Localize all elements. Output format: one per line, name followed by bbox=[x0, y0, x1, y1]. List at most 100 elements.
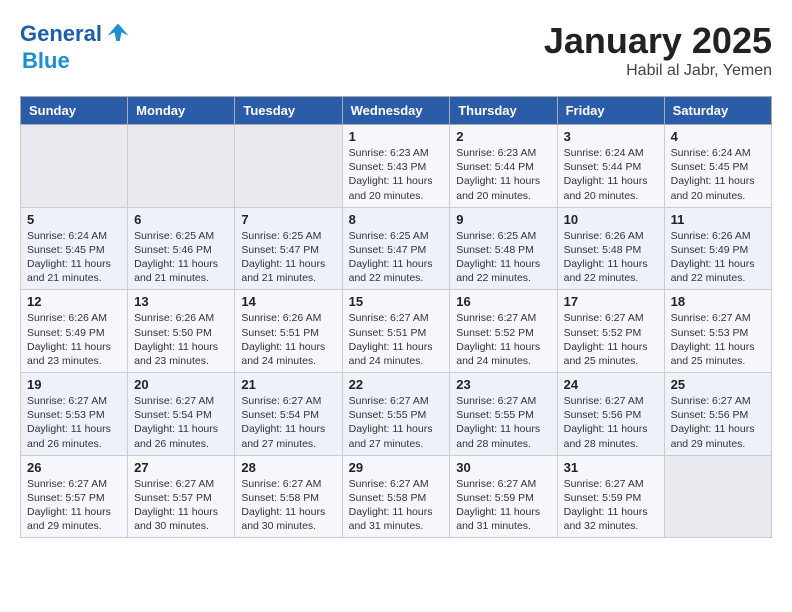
calendar-day-6: 6 Sunrise: 6:25 AM Sunset: 5:46 PM Daylig… bbox=[128, 207, 235, 290]
calendar-empty-cell bbox=[128, 125, 235, 208]
day-content: Sunrise: 6:23 AM Sunset: 5:44 PM Dayligh… bbox=[456, 146, 550, 203]
day-number: 28 bbox=[241, 460, 335, 475]
day-number: 31 bbox=[564, 460, 658, 475]
day-number: 11 bbox=[671, 212, 765, 227]
day-content: Sunrise: 6:27 AM Sunset: 5:55 PM Dayligh… bbox=[349, 394, 444, 451]
col-header-monday: Monday bbox=[128, 97, 235, 125]
calendar-day-9: 9Sunrise: 6:25 AM Sunset: 5:48 PM Daylig… bbox=[450, 207, 557, 290]
calendar-day-22: 22 Sunrise: 6:27 AM Sunset: 5:55 PM Dayli… bbox=[342, 373, 450, 456]
logo-blue: Blue bbox=[22, 48, 70, 73]
day-content: Sunrise: 6:27 AM Sunset: 5:59 PM Dayligh… bbox=[456, 477, 550, 534]
calendar-day-19: 19Sunrise: 6:27 AM Sunset: 5:53 PM Dayli… bbox=[21, 373, 128, 456]
day-content: Sunrise: 6:26 AM Sunset: 5:49 PM Dayligh… bbox=[27, 311, 121, 368]
col-header-sunday: Sunday bbox=[21, 97, 128, 125]
calendar-day-26: 26 Sunrise: 6:27 AM Sunset: 5:57 PM Dayli… bbox=[21, 455, 128, 538]
calendar-day-13: 13 Sunrise: 6:26 AM Sunset: 5:50 PM Dayli… bbox=[128, 290, 235, 373]
day-number: 13 bbox=[134, 294, 228, 309]
day-number: 10 bbox=[564, 212, 658, 227]
calendar-day-5: 5 Sunrise: 6:24 AM Sunset: 5:45 PM Daylig… bbox=[21, 207, 128, 290]
logo: General Blue bbox=[20, 20, 132, 74]
day-content: Sunrise: 6:24 AM Sunset: 5:45 PM Dayligh… bbox=[27, 229, 121, 286]
calendar-week-5: 26 Sunrise: 6:27 AM Sunset: 5:57 PM Dayli… bbox=[21, 455, 772, 538]
day-content: Sunrise: 6:23 AM Sunset: 5:43 PM Dayligh… bbox=[349, 146, 444, 203]
day-number: 26 bbox=[27, 460, 121, 475]
calendar-day-30: 30 Sunrise: 6:27 AM Sunset: 5:59 PM Dayli… bbox=[450, 455, 557, 538]
day-number: 14 bbox=[241, 294, 335, 309]
day-number: 9 bbox=[456, 212, 550, 227]
logo-bird-icon bbox=[104, 20, 132, 48]
calendar-day-18: 18 Sunrise: 6:27 AM Sunset: 5:53 PM Dayli… bbox=[664, 290, 771, 373]
calendar-empty-cell bbox=[235, 125, 342, 208]
calendar-day-11: 11 Sunrise: 6:26 AM Sunset: 5:49 PM Dayli… bbox=[664, 207, 771, 290]
day-number: 19 bbox=[27, 377, 121, 392]
day-number: 3 bbox=[564, 129, 658, 144]
day-content: Sunrise: 6:27 AM Sunset: 5:52 PM Dayligh… bbox=[564, 311, 658, 368]
calendar-day-7: 7 Sunrise: 6:25 AM Sunset: 5:47 PM Daylig… bbox=[235, 207, 342, 290]
day-number: 22 bbox=[349, 377, 444, 392]
day-number: 1 bbox=[349, 129, 444, 144]
day-content: Sunrise: 6:24 AM Sunset: 5:44 PM Dayligh… bbox=[564, 146, 658, 203]
day-content: Sunrise: 6:26 AM Sunset: 5:50 PM Dayligh… bbox=[134, 311, 228, 368]
calendar-week-1: 1 Sunrise: 6:23 AM Sunset: 5:43 PM Daylig… bbox=[21, 125, 772, 208]
day-content: Sunrise: 6:26 AM Sunset: 5:49 PM Dayligh… bbox=[671, 229, 765, 286]
day-content: Sunrise: 6:27 AM Sunset: 5:59 PM Dayligh… bbox=[564, 477, 658, 534]
day-content: Sunrise: 6:27 AM Sunset: 5:58 PM Dayligh… bbox=[241, 477, 335, 534]
calendar-week-3: 12 Sunrise: 6:26 AM Sunset: 5:49 PM Dayli… bbox=[21, 290, 772, 373]
day-content: Sunrise: 6:27 AM Sunset: 5:51 PM Dayligh… bbox=[349, 311, 444, 368]
calendar-empty-cell bbox=[664, 455, 771, 538]
day-content: Sunrise: 6:27 AM Sunset: 5:57 PM Dayligh… bbox=[134, 477, 228, 534]
day-content: Sunrise: 6:27 AM Sunset: 5:58 PM Dayligh… bbox=[349, 477, 444, 534]
day-number: 6 bbox=[134, 212, 228, 227]
title-block: January 2025 Habil al Jabr, Yemen bbox=[544, 20, 772, 80]
calendar-day-28: 28 Sunrise: 6:27 AM Sunset: 5:58 PM Dayli… bbox=[235, 455, 342, 538]
day-number: 15 bbox=[349, 294, 444, 309]
day-number: 20 bbox=[134, 377, 228, 392]
calendar-day-12: 12 Sunrise: 6:26 AM Sunset: 5:49 PM Dayli… bbox=[21, 290, 128, 373]
day-content: Sunrise: 6:27 AM Sunset: 5:52 PM Dayligh… bbox=[456, 311, 550, 368]
calendar-day-21: 21 Sunrise: 6:27 AM Sunset: 5:54 PM Dayli… bbox=[235, 373, 342, 456]
day-content: Sunrise: 6:27 AM Sunset: 5:54 PM Dayligh… bbox=[241, 394, 335, 451]
calendar-day-27: 27 Sunrise: 6:27 AM Sunset: 5:57 PM Dayli… bbox=[128, 455, 235, 538]
calendar-day-17: 17 Sunrise: 6:27 AM Sunset: 5:52 PM Dayli… bbox=[557, 290, 664, 373]
calendar-day-15: 15 Sunrise: 6:27 AM Sunset: 5:51 PM Dayli… bbox=[342, 290, 450, 373]
col-header-tuesday: Tuesday bbox=[235, 97, 342, 125]
day-number: 5 bbox=[27, 212, 121, 227]
day-content: Sunrise: 6:24 AM Sunset: 5:45 PM Dayligh… bbox=[671, 146, 765, 203]
day-number: 27 bbox=[134, 460, 228, 475]
day-content: Sunrise: 6:27 AM Sunset: 5:55 PM Dayligh… bbox=[456, 394, 550, 451]
col-header-wednesday: Wednesday bbox=[342, 97, 450, 125]
page-header: General Blue January 2025 Habil al Jabr,… bbox=[20, 20, 772, 80]
calendar-day-2: 2Sunrise: 6:23 AM Sunset: 5:44 PM Daylig… bbox=[450, 125, 557, 208]
calendar-day-24: 24 Sunrise: 6:27 AM Sunset: 5:56 PM Dayli… bbox=[557, 373, 664, 456]
day-number: 18 bbox=[671, 294, 765, 309]
calendar-table: SundayMondayTuesdayWednesdayThursdayFrid… bbox=[20, 96, 772, 538]
day-content: Sunrise: 6:26 AM Sunset: 5:48 PM Dayligh… bbox=[564, 229, 658, 286]
calendar-day-23: 23Sunrise: 6:27 AM Sunset: 5:55 PM Dayli… bbox=[450, 373, 557, 456]
day-number: 7 bbox=[241, 212, 335, 227]
day-content: Sunrise: 6:25 AM Sunset: 5:46 PM Dayligh… bbox=[134, 229, 228, 286]
day-content: Sunrise: 6:27 AM Sunset: 5:57 PM Dayligh… bbox=[27, 477, 121, 534]
day-content: Sunrise: 6:25 AM Sunset: 5:47 PM Dayligh… bbox=[349, 229, 444, 286]
calendar-day-16: 16 Sunrise: 6:27 AM Sunset: 5:52 PM Dayli… bbox=[450, 290, 557, 373]
month-title: January 2025 bbox=[544, 20, 772, 62]
day-number: 17 bbox=[564, 294, 658, 309]
calendar-day-4: 4 Sunrise: 6:24 AM Sunset: 5:45 PM Daylig… bbox=[664, 125, 771, 208]
day-number: 12 bbox=[27, 294, 121, 309]
calendar-day-29: 29Sunrise: 6:27 AM Sunset: 5:58 PM Dayli… bbox=[342, 455, 450, 538]
day-number: 21 bbox=[241, 377, 335, 392]
calendar-day-31: 31 Sunrise: 6:27 AM Sunset: 5:59 PM Dayli… bbox=[557, 455, 664, 538]
day-number: 8 bbox=[349, 212, 444, 227]
day-content: Sunrise: 6:25 AM Sunset: 5:47 PM Dayligh… bbox=[241, 229, 335, 286]
calendar-day-20: 20 Sunrise: 6:27 AM Sunset: 5:54 PM Dayli… bbox=[128, 373, 235, 456]
day-number: 30 bbox=[456, 460, 550, 475]
day-number: 4 bbox=[671, 129, 765, 144]
day-number: 24 bbox=[564, 377, 658, 392]
col-header-saturday: Saturday bbox=[664, 97, 771, 125]
day-content: Sunrise: 6:27 AM Sunset: 5:56 PM Dayligh… bbox=[564, 394, 658, 451]
day-content: Sunrise: 6:27 AM Sunset: 5:53 PM Dayligh… bbox=[671, 311, 765, 368]
calendar-day-3: 3 Sunrise: 6:24 AM Sunset: 5:44 PM Daylig… bbox=[557, 125, 664, 208]
calendar-day-25: 25Sunrise: 6:27 AM Sunset: 5:56 PM Dayli… bbox=[664, 373, 771, 456]
day-content: Sunrise: 6:27 AM Sunset: 5:54 PM Dayligh… bbox=[134, 394, 228, 451]
calendar-day-8: 8 Sunrise: 6:25 AM Sunset: 5:47 PM Daylig… bbox=[342, 207, 450, 290]
day-number: 16 bbox=[456, 294, 550, 309]
